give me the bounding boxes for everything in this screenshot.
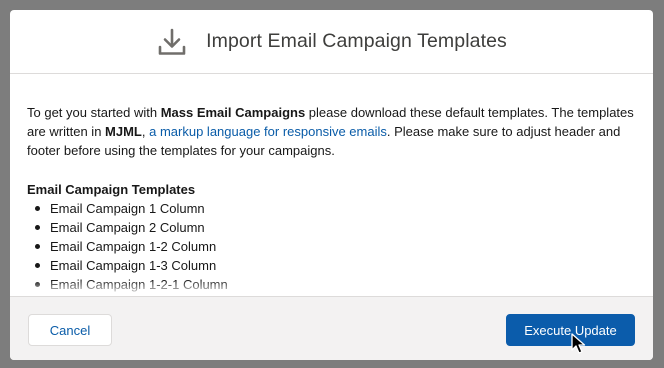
import-templates-modal: Import Email Campaign Templates To get y…	[10, 10, 653, 360]
modal-header: Import Email Campaign Templates	[10, 10, 653, 74]
modal-footer: Cancel Execute Update	[10, 296, 653, 360]
list-item: Email Campaign 1-2 Column	[33, 237, 636, 256]
list-item: Email Campaign 1-3 Column	[33, 256, 636, 275]
template-list-heading: Email Campaign Templates	[27, 182, 196, 197]
intro-text: To get you started with Mass Email Campa…	[27, 103, 636, 160]
execute-update-button[interactable]: Execute Update	[506, 314, 635, 346]
list-item: Email Campaign 2 Column	[33, 218, 636, 237]
intro-part-1: To get you started with	[27, 105, 161, 120]
modal-title: Import Email Campaign Templates	[206, 30, 507, 52]
scroll-fade	[10, 280, 653, 296]
cancel-button[interactable]: Cancel	[28, 314, 112, 346]
modal-body[interactable]: To get you started with Mass Email Campa…	[10, 75, 653, 296]
mjml-term: MJML	[105, 124, 142, 139]
mass-email-campaigns-term: Mass Email Campaigns	[160, 105, 306, 120]
download-icon	[156, 26, 188, 58]
mjml-link[interactable]: a markup language for responsive emails	[149, 124, 387, 139]
list-item: Email Campaign 1 Column	[33, 199, 636, 218]
